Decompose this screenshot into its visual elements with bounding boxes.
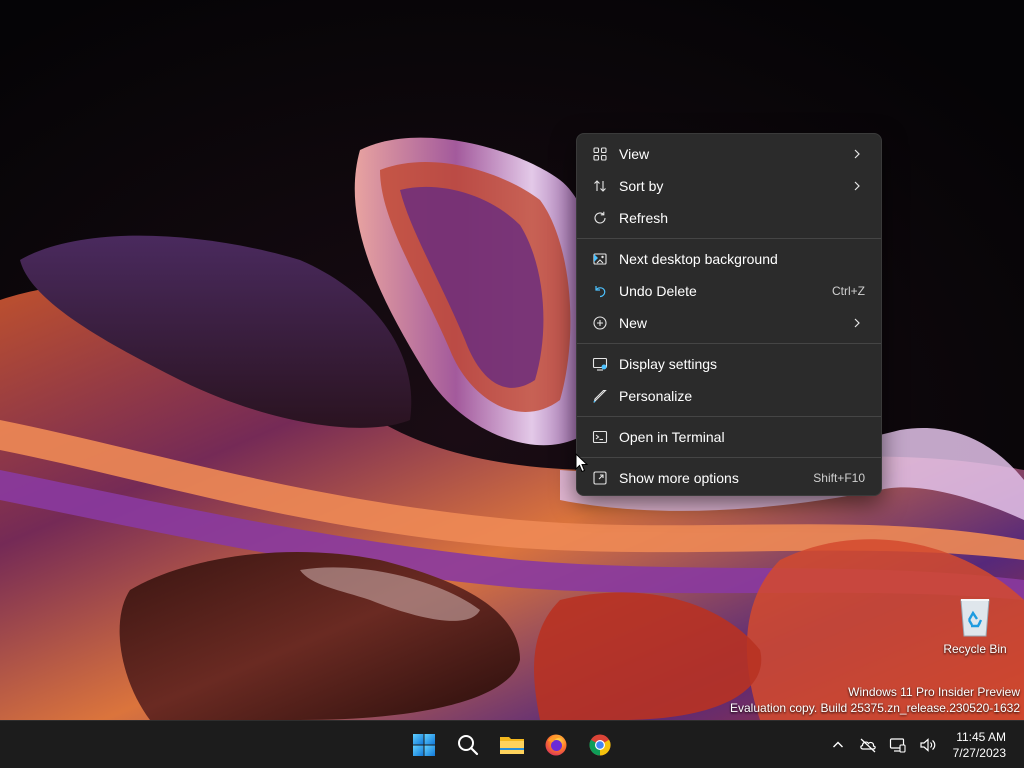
- chevron-right-icon: [851, 180, 863, 192]
- volume-icon: [920, 737, 936, 752]
- menu-label: Refresh: [619, 210, 669, 226]
- evaluation-watermark: Windows 11 Pro Insider Preview Evaluatio…: [730, 684, 1020, 716]
- menu-item-refresh[interactable]: Refresh: [581, 202, 877, 234]
- show-hidden-icons-button[interactable]: [826, 730, 850, 760]
- menu-shortcut: Shift+F10: [813, 471, 865, 485]
- brush-icon: [591, 387, 609, 405]
- firefox-button[interactable]: [534, 725, 578, 765]
- terminal-icon: [591, 428, 609, 446]
- chrome-button[interactable]: [578, 725, 622, 765]
- menu-item-display-settings[interactable]: Display settings: [581, 348, 877, 380]
- menu-item-personalize[interactable]: Personalize: [581, 380, 877, 412]
- menu-separator: [577, 343, 881, 344]
- chevron-right-icon: [851, 148, 863, 160]
- search-icon: [458, 734, 479, 755]
- menu-item-undo-delete[interactable]: Undo Delete Ctrl+Z: [581, 275, 877, 307]
- chevron-right-icon: [851, 317, 863, 329]
- network-icon: [860, 738, 876, 752]
- clock-time: 11:45 AM: [956, 730, 1006, 744]
- menu-label: View: [619, 146, 650, 162]
- sort-icon: [591, 177, 609, 195]
- start-button[interactable]: [402, 725, 446, 765]
- menu-separator: [577, 457, 881, 458]
- refresh-icon: [591, 209, 609, 227]
- next-background-icon: [591, 250, 609, 268]
- menu-label: Open in Terminal: [619, 429, 725, 445]
- taskbar: 11:45 AM 7/27/2023: [0, 720, 1024, 768]
- clock-date: 7/27/2023: [952, 746, 1006, 760]
- menu-separator: [577, 238, 881, 239]
- more-options-icon: [591, 469, 609, 487]
- taskbar-clock[interactable]: 11:45 AM 7/27/2023: [953, 729, 1006, 761]
- chrome-icon: [589, 734, 611, 755]
- recycle-bin-desktop-icon[interactable]: Recycle Bin: [940, 594, 1010, 664]
- network-status-button[interactable]: [856, 730, 880, 760]
- chevron-up-icon: [833, 741, 843, 747]
- watermark-line-1: Windows 11 Pro Insider Preview: [848, 685, 1020, 699]
- display-status-button[interactable]: [886, 730, 910, 760]
- desktop-context-menu: View Sort by Refresh Next desktop backgr…: [576, 133, 882, 496]
- recycle-bin-icon: [960, 599, 990, 637]
- menu-label: Display settings: [619, 356, 718, 372]
- undo-icon: [591, 282, 609, 300]
- recycle-bin-label: Recycle Bin: [943, 642, 1007, 656]
- menu-label: New: [619, 315, 648, 331]
- grid-view-icon: [591, 145, 609, 163]
- menu-item-open-in-terminal[interactable]: Open in Terminal: [581, 421, 877, 453]
- desktop[interactable]: View Sort by Refresh Next desktop backgr…: [0, 0, 1024, 720]
- menu-label: Undo Delete: [619, 283, 697, 299]
- start-icon: [413, 733, 435, 756]
- file-explorer-icon: [500, 736, 524, 754]
- display-icon: [889, 737, 906, 753]
- menu-label: Sort by: [619, 178, 664, 194]
- search-button[interactable]: [446, 725, 490, 765]
- display-settings-icon: [591, 355, 609, 373]
- menu-label: Personalize: [619, 388, 693, 404]
- taskbar-apps: [402, 721, 622, 768]
- volume-button[interactable]: [916, 730, 940, 760]
- menu-item-next-desktop-background[interactable]: Next desktop background: [581, 243, 877, 275]
- new-plus-icon: [591, 314, 609, 332]
- menu-item-view[interactable]: View: [581, 138, 877, 170]
- menu-item-sort-by[interactable]: Sort by: [581, 170, 877, 202]
- mouse-pointer-icon: [575, 453, 589, 473]
- menu-item-new[interactable]: New: [581, 307, 877, 339]
- menu-item-show-more-options[interactable]: Show more options Shift+F10: [581, 462, 877, 494]
- file-explorer-button[interactable]: [490, 725, 534, 765]
- system-tray: [826, 721, 946, 768]
- menu-separator: [577, 416, 881, 417]
- firefox-icon: [545, 734, 567, 755]
- menu-label: Next desktop background: [619, 251, 778, 267]
- menu-shortcut: Ctrl+Z: [832, 284, 865, 298]
- menu-label: Show more options: [619, 470, 739, 486]
- watermark-line-2: Evaluation copy. Build 25375.zn_release.…: [730, 701, 1020, 715]
